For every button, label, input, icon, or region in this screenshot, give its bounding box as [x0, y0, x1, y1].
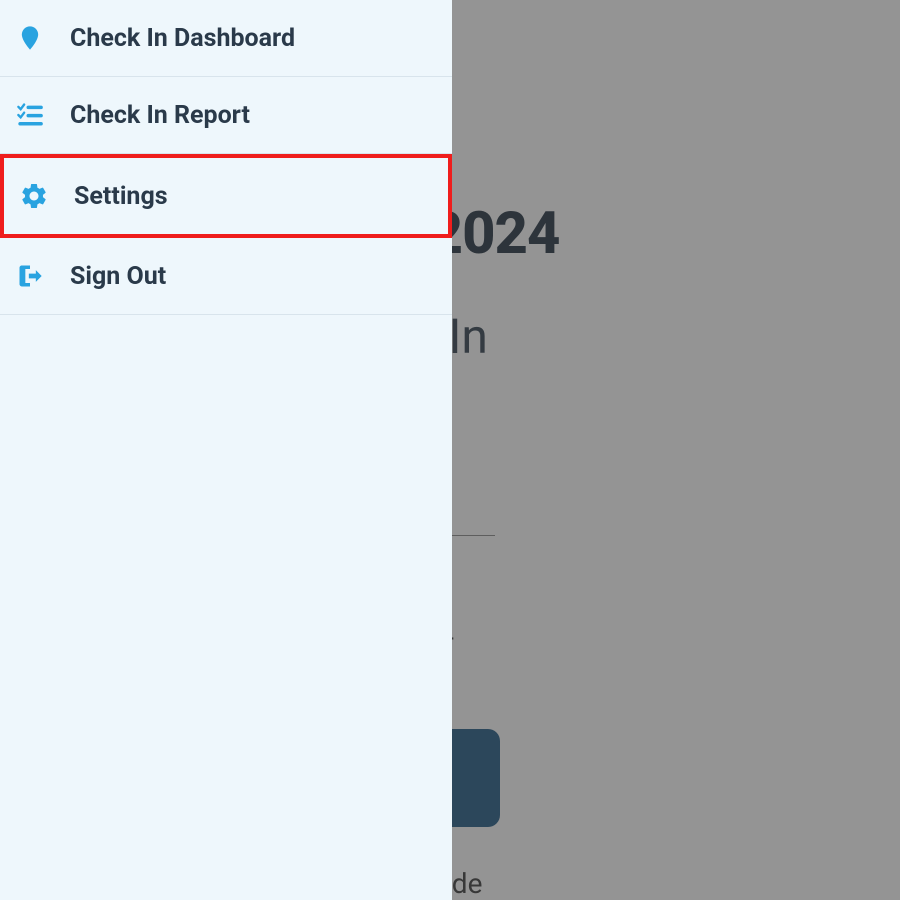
sidebar-item-report[interactable]: Check In Report — [0, 77, 452, 154]
sidebar-item-label: Settings — [74, 182, 168, 211]
sidebar-item-signout[interactable]: Sign Out — [0, 238, 452, 315]
list-check-icon — [14, 99, 46, 131]
sidebar-menu: Check In Dashboard Check In Report Setti… — [0, 0, 452, 900]
sign-out-icon — [14, 260, 46, 292]
sidebar-item-dashboard[interactable]: Check In Dashboard — [0, 0, 452, 77]
sidebar-item-label: Sign Out — [70, 262, 166, 291]
sidebar-item-label: Check In Dashboard — [70, 24, 295, 53]
gear-icon — [18, 180, 50, 212]
map-pin-icon — [14, 22, 46, 54]
sidebar-item-settings[interactable]: Settings — [0, 154, 452, 238]
sidebar-item-label: Check In Report — [70, 101, 250, 130]
